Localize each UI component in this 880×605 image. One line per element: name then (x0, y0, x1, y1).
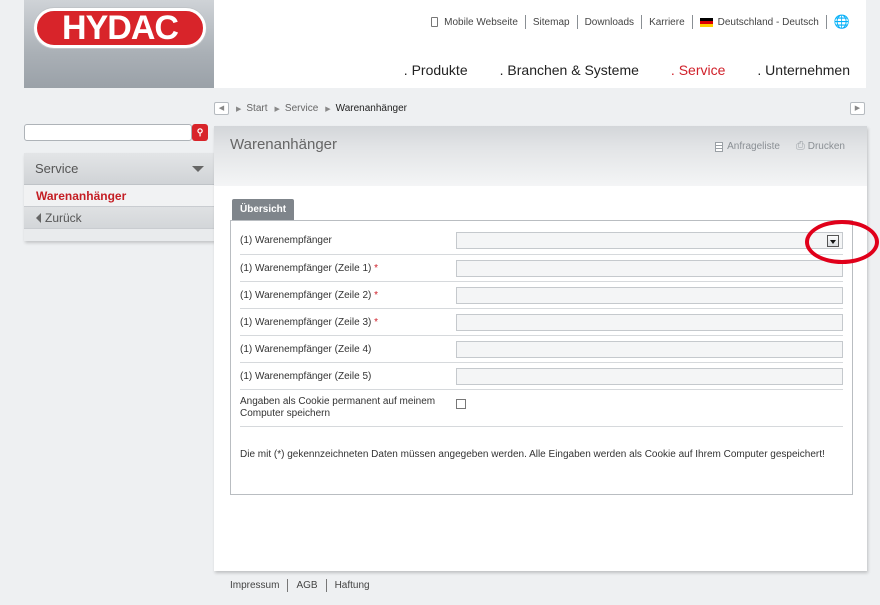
logo-area: HYDAC (24, 0, 214, 88)
divider (641, 15, 643, 29)
recipient-line-3-field[interactable] (456, 313, 843, 331)
breadcrumb-arrow-icon: ▶ (325, 105, 331, 113)
field-label: (1) Warenempfänger (Zeile 3) * (240, 316, 379, 328)
phone-icon (431, 17, 439, 27)
print-link[interactable]: ⎙ Drucken (796, 140, 845, 153)
form-row: (1) Warenempfänger (Zeile 5) (240, 363, 843, 390)
breadcrumb-forward-button[interactable]: ▶ (850, 102, 865, 115)
field-label: (1) Warenempfänger (Zeile 1) * (240, 262, 379, 274)
haftung-link[interactable]: Haftung (335, 580, 370, 591)
form-row: (1) Warenempfänger (Zeile 4) (240, 336, 843, 363)
breadcrumb-start[interactable]: Start (246, 103, 267, 114)
request-list-label: Anfrageliste (727, 141, 780, 152)
tab-uebersicht[interactable]: Übersicht (232, 199, 295, 220)
breadcrumb-current: Warenanhänger (335, 103, 407, 114)
recipient-line-4-field[interactable] (456, 340, 843, 358)
sitemap-link[interactable]: Sitemap (533, 17, 570, 28)
recipient-select[interactable] (456, 232, 843, 249)
recipient-line-1-field[interactable] (456, 259, 843, 277)
recipient-line-5-field[interactable] (456, 367, 843, 385)
nav-branchen-systeme[interactable]: . Branchen & Systeme (500, 62, 639, 78)
divider (287, 579, 289, 592)
back-arrow-icon (36, 212, 41, 223)
sidebar-item-back[interactable]: Zurück (24, 207, 215, 229)
print-label: Drucken (807, 141, 845, 152)
field-label: (1) Warenempfänger (240, 235, 332, 246)
search-box: ⚲ (24, 124, 208, 141)
search-button[interactable]: ⚲ (192, 124, 208, 141)
impressum-link[interactable]: Impressum (230, 580, 279, 591)
cookie-label: Angaben als Cookie permanent auf meinem … (240, 396, 436, 419)
cookie-checkbox[interactable] (456, 399, 466, 409)
divider (576, 15, 578, 29)
request-list-link[interactable]: Anfrageliste (715, 140, 780, 153)
content-header: Warenanhänger Anfrageliste ⎙ Drucken (214, 126, 867, 186)
field-label: (1) Warenempfänger (Zeile 4) (240, 343, 372, 355)
page-title: Warenanhänger (230, 136, 338, 153)
hydac-logo[interactable]: HYDAC (34, 8, 206, 48)
form-row: (1) Warenempfänger (Zeile 3) * (240, 309, 843, 336)
sidebar-item-warenanhaenger[interactable]: Warenanhänger (24, 185, 215, 207)
field-label: (1) Warenempfänger (Zeile 2) * (240, 289, 379, 301)
cookie-row: Angaben als Cookie permanent auf meinem … (240, 393, 843, 427)
chevron-down-icon (192, 165, 204, 172)
form-panel: (1) Warenempfänger (1) Warenempfänger (Z… (230, 220, 853, 495)
footer: Impressum AGB Haftung (230, 579, 370, 592)
sidebar: Service Warenanhänger Zurück (24, 153, 215, 241)
sidebar-item-label: Warenanhänger (36, 188, 127, 203)
mobile-website-link[interactable]: Mobile Webseite (444, 17, 518, 28)
divider (524, 15, 526, 29)
form-row: (1) Warenempfänger (240, 227, 843, 255)
field-label: (1) Warenempfänger (Zeile 5) (240, 370, 372, 382)
flag-de-icon (699, 17, 713, 27)
sidebar-section-label: Service (35, 161, 79, 176)
nav-service[interactable]: . Service (671, 62, 725, 78)
language-selector[interactable]: Deutschland - Deutsch (718, 17, 819, 28)
dropdown-arrow-icon[interactable] (827, 235, 839, 247)
list-icon (715, 141, 724, 152)
nav-unternehmen[interactable]: . Unternehmen (757, 62, 850, 78)
breadcrumb-service[interactable]: Service (285, 103, 318, 114)
form-row: (1) Warenempfänger (Zeile 2) * (240, 282, 843, 309)
main-navigation: . Produkte . Branchen & Systeme . Servic… (372, 62, 850, 78)
main-content: Warenanhänger Anfrageliste ⎙ Drucken Übe… (214, 126, 867, 571)
sidebar-item-label: Zurück (45, 210, 82, 225)
agb-link[interactable]: AGB (296, 580, 317, 591)
breadcrumb: ◀ ▶ Start ▶ Service ▶ Warenanhänger (214, 102, 407, 115)
header: Mobile Webseite Sitemap Downloads Karrie… (214, 0, 866, 88)
top-navigation: Mobile Webseite Sitemap Downloads Karrie… (431, 14, 850, 30)
nav-produkte[interactable]: . Produkte (404, 62, 468, 78)
breadcrumb-arrow-icon: ▶ (274, 105, 280, 113)
form-row: (1) Warenempfänger (Zeile 1) * (240, 255, 843, 282)
karriere-link[interactable]: Karriere (649, 17, 685, 28)
downloads-link[interactable]: Downloads (585, 17, 634, 28)
print-icon: ⎙ (795, 140, 805, 152)
required-note: Die mit (*) gekennzeichneten Daten müsse… (240, 449, 825, 460)
divider (325, 579, 327, 592)
recipient-line-2-field[interactable] (456, 286, 843, 304)
breadcrumb-back-button[interactable]: ◀ (214, 102, 229, 115)
globe-icon[interactable]: 🌐 (834, 14, 850, 30)
sidebar-section-service[interactable]: Service (24, 153, 215, 185)
divider (825, 15, 827, 29)
search-icon: ⚲ (196, 127, 204, 137)
divider (691, 15, 693, 29)
breadcrumb-arrow-icon: ▶ (236, 105, 242, 113)
header-tools: Anfrageliste ⎙ Drucken (699, 140, 845, 153)
search-input[interactable] (24, 124, 192, 141)
